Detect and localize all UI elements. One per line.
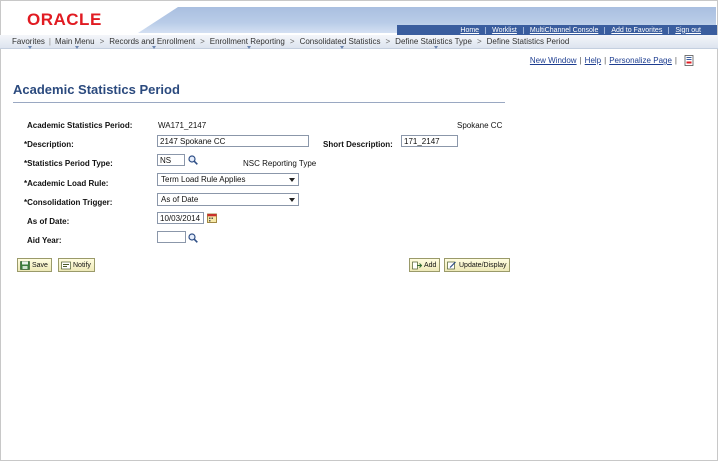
notify-button-label: Notify — [73, 261, 91, 269]
link-divider: | — [579, 56, 582, 65]
http-document-icon[interactable] — [684, 55, 694, 66]
institution-value: Spokane CC — [457, 121, 503, 130]
period-label: Academic Statistics Period: — [27, 121, 133, 130]
breadcrumb-define-statistics-period[interactable]: Define Statistics Period — [484, 37, 573, 46]
page-title: Academic Statistics Period — [13, 82, 180, 97]
worklist-link[interactable]: Worklist — [485, 26, 523, 34]
dropdown-tick-icon — [28, 46, 33, 49]
short-description-input[interactable]: 171_2147 — [401, 135, 458, 147]
update-display-button[interactable]: Update/Display — [444, 258, 511, 272]
oracle-logo: ORACLE — [27, 10, 102, 29]
save-button[interactable]: Save — [17, 258, 52, 272]
aid-year-input[interactable] — [157, 231, 186, 243]
title-divider — [13, 102, 505, 103]
dropdown-tick-icon — [247, 46, 252, 49]
breadcrumb-label: Consolidated Statistics — [299, 37, 381, 46]
save-disk-icon — [20, 260, 30, 270]
add-button[interactable]: Add — [409, 258, 441, 272]
page-links: New Window | Help | Personalize Page | — [530, 55, 694, 66]
chevron-right-icon: > — [289, 37, 295, 46]
chevron-down-icon — [289, 198, 295, 202]
notify-envelope-icon — [61, 261, 71, 269]
breadcrumb-consolidated-statistics[interactable]: Consolidated Statistics — [297, 37, 384, 49]
calendar-icon[interactable] — [207, 213, 217, 223]
dropdown-tick-icon — [433, 46, 438, 49]
add-to-favorites-link[interactable]: Add to Favorites — [604, 26, 668, 34]
consolidation-trigger-select[interactable]: As of Date — [157, 193, 299, 206]
stat-period-type-description: NSC Reporting Type — [243, 159, 317, 168]
chevron-right-icon: > — [200, 37, 205, 46]
magnifier-lookup-icon[interactable] — [188, 155, 198, 165]
dropdown-tick-icon — [74, 46, 79, 49]
link-divider: | — [604, 56, 607, 65]
breadcrumb-enrollment-reporting[interactable]: Enrollment Reporting — [207, 37, 288, 49]
header-links: Home Worklist MultiChannel Console Add t… — [397, 25, 717, 35]
academic-load-rule-selected: Term Load Rule Applies — [161, 175, 246, 184]
help-link[interactable]: Help — [585, 56, 601, 65]
description-input[interactable]: 2147 Spokane CC — [157, 135, 309, 147]
breadcrumb-label: Define Statistics Type — [395, 37, 472, 46]
breadcrumb: Favorites | Main Menu > Records and Enro… — [0, 35, 718, 49]
header-wedge — [138, 7, 178, 33]
chevron-right-icon: > — [99, 37, 105, 46]
stat-period-type-input[interactable]: NS — [157, 154, 185, 166]
aid-year-label: Aid Year: — [27, 236, 62, 245]
update-display-icon — [447, 261, 456, 269]
period-value: WA171_2147 — [158, 121, 207, 130]
update-display-button-label: Update/Display — [459, 261, 507, 269]
breadcrumb-favorites[interactable]: Favorites — [9, 37, 48, 49]
add-arrow-icon — [412, 261, 422, 269]
multichannel-console-link[interactable]: MultiChannel Console — [522, 26, 604, 34]
breadcrumb-favorites-label: Favorites — [12, 37, 45, 46]
description-label: *Description: — [24, 140, 74, 149]
link-divider: | — [674, 56, 677, 65]
dropdown-tick-icon — [152, 46, 157, 49]
consolidation-trigger-label: *Consolidation Trigger: — [24, 198, 113, 207]
breadcrumb-records-enrollment[interactable]: Records and Enrollment — [106, 37, 198, 49]
notify-button[interactable]: Notify — [58, 258, 95, 272]
magnifier-lookup-icon[interactable] — [188, 233, 198, 243]
breadcrumb-label: Enrollment Reporting — [209, 37, 285, 46]
breadcrumb-main-menu-label: Main Menu — [54, 37, 95, 46]
chevron-down-icon — [289, 178, 295, 182]
dropdown-tick-icon — [340, 46, 345, 49]
stat-period-type-label: *Statistics Period Type: — [24, 159, 113, 168]
breadcrumb-main-menu[interactable]: Main Menu — [52, 37, 98, 49]
new-window-link[interactable]: New Window — [530, 56, 577, 65]
browser-frame — [0, 0, 718, 461]
personalize-page-link[interactable]: Personalize Page — [609, 56, 672, 65]
academic-load-rule-label: *Academic Load Rule: — [24, 179, 109, 188]
breadcrumb-define-statistics-type[interactable]: Define Statistics Type — [392, 37, 475, 49]
add-button-label: Add — [424, 261, 437, 269]
academic-load-rule-select[interactable]: Term Load Rule Applies — [157, 173, 299, 186]
chevron-right-icon: > — [385, 37, 391, 46]
sign-out-link[interactable]: Sign out — [668, 26, 707, 34]
consolidation-trigger-selected: As of Date — [161, 195, 199, 204]
home-link[interactable]: Home — [454, 27, 485, 34]
breadcrumb-label: Records and Enrollment — [109, 37, 196, 46]
as-of-date-input[interactable]: 10/03/2014 — [157, 212, 204, 224]
short-description-label: Short Description: — [323, 140, 393, 149]
as-of-date-label: As of Date: — [27, 217, 70, 226]
chevron-right-icon: > — [476, 37, 482, 46]
save-button-label: Save — [32, 261, 48, 269]
breadcrumb-label: Define Statistics Period — [486, 37, 570, 46]
